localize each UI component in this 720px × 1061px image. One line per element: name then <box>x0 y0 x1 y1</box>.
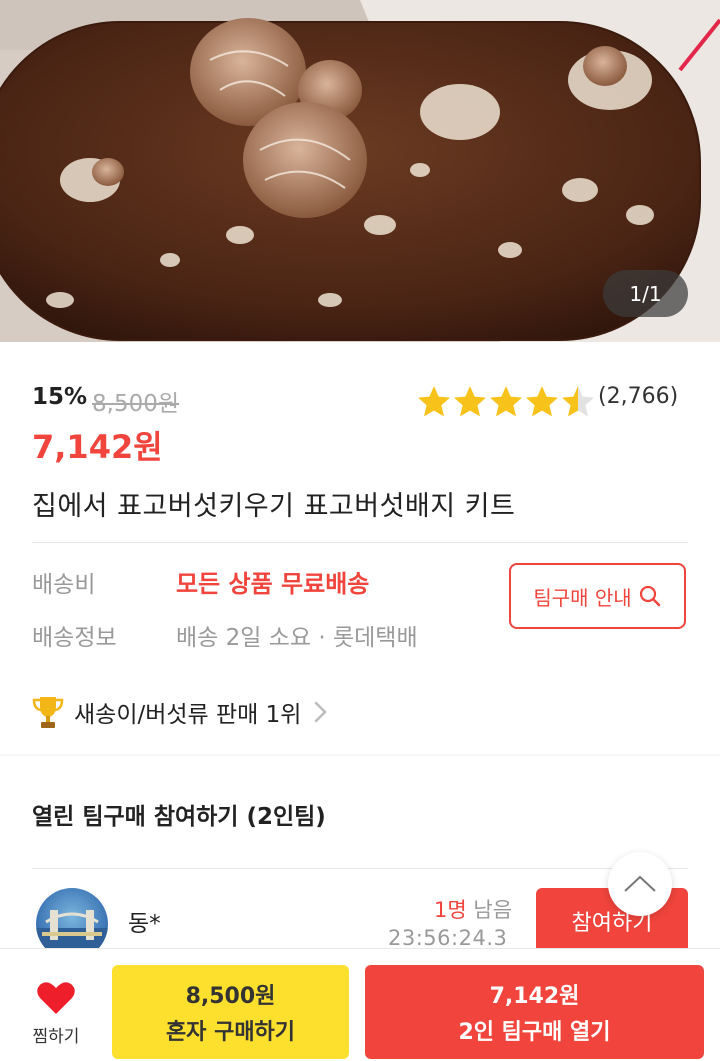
original-price: 8,500원 <box>92 391 180 417</box>
shipping-info-value: 배송 2일 소요 · 롯데택배 <box>176 625 418 651</box>
ranking-text: 새송이/버섯류 판매 1위 <box>74 702 302 728</box>
discount-rate: 15% <box>32 384 88 410</box>
wishlist-label: 찜하기 <box>32 1026 80 1047</box>
countdown-timer: 23:56:24.3 <box>388 926 508 950</box>
heart-icon <box>37 981 75 1014</box>
star-icon <box>418 386 450 417</box>
team-guide-button[interactable]: 팀구매 안내 <box>509 563 686 629</box>
shipping-fee-value: 모든 상품 무료배송 <box>176 570 370 598</box>
review-count[interactable]: (2,766) <box>598 384 678 409</box>
product-title: 집에서 표고버섯키우기 표고버섯배지 키트 <box>32 491 516 522</box>
chevron-right-icon <box>315 701 328 723</box>
divider <box>32 542 688 543</box>
divider <box>32 868 688 869</box>
star-icon <box>526 386 558 417</box>
team-section-title: 열린 팀구매 참여하기 (2인팀) <box>32 804 326 830</box>
image-counter: 1/1 <box>603 270 688 317</box>
product-image[interactable]: 1/1 <box>0 0 720 342</box>
scroll-top-button[interactable] <box>608 852 672 916</box>
team-purchase-button[interactable]: 7,142원 2인 팀구매 열기 <box>365 965 704 1059</box>
chevron-up-icon <box>624 875 656 892</box>
team-guide-label: 팀구매 안내 <box>533 585 632 610</box>
star-icon <box>562 386 594 417</box>
remaining-number: 1명 <box>434 898 467 922</box>
team-member-name: 동* <box>128 911 161 937</box>
section-separator <box>0 754 720 756</box>
shipping-fee-label: 배송비 <box>32 572 96 598</box>
ranking-link[interactable]: 새송이/버섯류 판매 1위 <box>32 690 331 734</box>
sale-price: 7,142원 <box>32 428 163 466</box>
search-icon <box>639 585 660 607</box>
rating-stars[interactable] <box>416 384 596 420</box>
solo-purchase-button[interactable]: 8,500원 혼자 구매하기 <box>112 965 349 1059</box>
wishlist-button[interactable]: 찜하기 <box>18 978 94 1048</box>
trophy-icon <box>32 697 64 728</box>
remaining-suffix: 남음 <box>473 898 513 922</box>
star-icon <box>454 386 486 417</box>
solo-price: 8,500원 <box>185 984 276 1009</box>
team-label: 2인 팀구매 열기 <box>458 1020 611 1045</box>
shipping-info-label: 배송정보 <box>32 625 117 651</box>
star-icon <box>490 386 522 417</box>
remaining-count: 1명 남음 <box>434 894 512 924</box>
solo-label: 혼자 구매하기 <box>165 1020 296 1045</box>
team-price: 7,142원 <box>489 984 580 1009</box>
